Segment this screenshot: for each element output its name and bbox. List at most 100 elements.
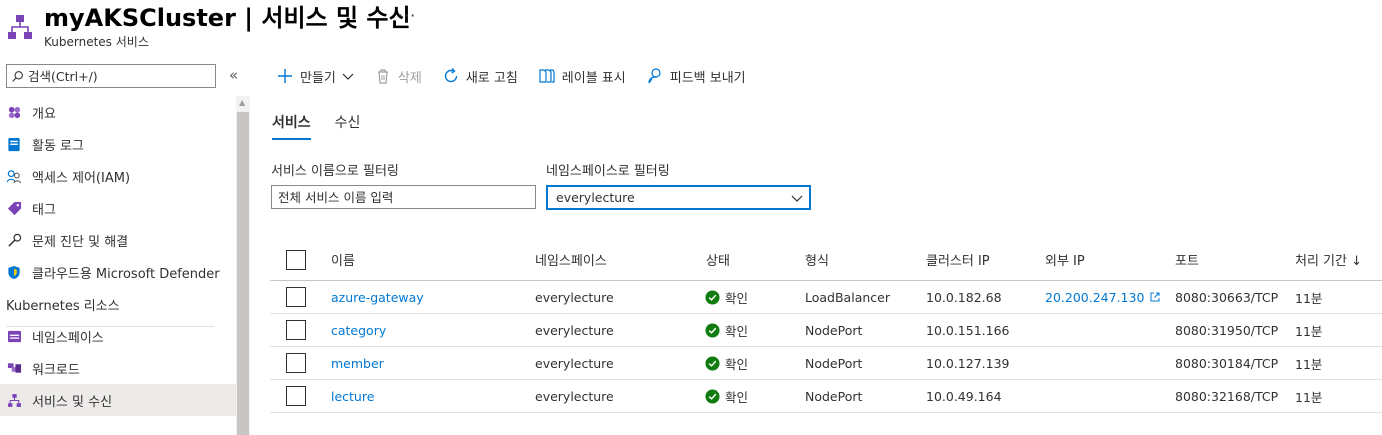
check-circle-icon [705, 388, 720, 404]
check-circle-icon [705, 289, 720, 305]
sidebar-item-activity-log[interactable]: 활동 로그 [0, 128, 236, 160]
sidebar-item-defender[interactable]: 클라우드용 Microsoft Defender [0, 256, 236, 288]
type-cell: NodePort [805, 322, 863, 338]
feedback-icon [648, 68, 661, 84]
column-header-cluster-ip[interactable]: 클러스터 IP [926, 239, 990, 280]
sidebar-item-label: 태그 [32, 202, 56, 218]
collapse-sidebar-button[interactable]: « [229, 66, 238, 84]
sidebar-item-tags[interactable]: 태그 [0, 192, 236, 224]
shield-icon [6, 264, 22, 280]
column-header-name[interactable]: 이름 [331, 239, 355, 280]
namespace-dropdown[interactable]: everylecture [546, 185, 811, 210]
refresh-button[interactable]: 새로 고침 [442, 67, 518, 86]
sidebar-item-diagnose[interactable]: 문제 진단 및 해결 [0, 224, 236, 256]
table-row: lecture everylecture 확인 NodePort 10.0.49… [270, 380, 1382, 413]
sidebar-divider [6, 326, 214, 327]
type-cell: LoadBalancer [805, 289, 890, 305]
cluster-ip-cell: 10.0.182.68 [926, 289, 1002, 305]
delete-button[interactable]: 삭제 [374, 67, 422, 86]
scroll-up-icon[interactable]: ▲ [239, 98, 245, 107]
page-subtitle: Kubernetes 서비스 [44, 35, 149, 49]
check-circle-icon [705, 355, 720, 371]
scrollbar-thumb[interactable] [237, 112, 249, 435]
chevron-down-icon [791, 195, 803, 202]
sidebar-item-label: 워크로드 [32, 362, 80, 378]
row-checkbox[interactable] [286, 320, 306, 340]
external-link-icon [1150, 292, 1160, 302]
overview-icon [6, 104, 22, 120]
chevron-down-icon [342, 73, 354, 80]
namespace-cell: everylecture [535, 289, 614, 305]
column-header-type[interactable]: 형식 [805, 239, 829, 280]
sidebar-item-namespaces[interactable]: 네임스페이스 [0, 320, 236, 352]
create-button[interactable]: 만들기 [276, 67, 354, 86]
status-cell: 확인 [705, 314, 748, 346]
service-name-filter-input[interactable] [271, 185, 536, 209]
type-cell: NodePort [805, 388, 863, 404]
sidebar-item-label: 액세스 제어(IAM) [32, 170, 131, 186]
feedback-button[interactable]: 피드백 보내기 [646, 67, 746, 86]
row-checkbox[interactable] [286, 353, 306, 373]
sidebar-item-services-ingresses[interactable]: 서비스 및 수신 [0, 384, 236, 416]
service-name-link[interactable]: azure-gateway [331, 281, 424, 313]
feedback-label: 피드백 보내기 [669, 70, 746, 86]
tab-bar: 서비스 수신 [272, 110, 384, 140]
sidebar: « 개요 활동 로그 액세스 제어(IAM) 태그 [0, 56, 250, 435]
sidebar-item-workloads[interactable]: 워크로드 [0, 352, 236, 384]
select-all-checkbox[interactable] [286, 250, 306, 270]
status-cell: 확인 [705, 347, 748, 379]
wrench-icon [6, 232, 22, 248]
age-cell: 11분 [1295, 356, 1323, 372]
sidebar-search-input[interactable] [28, 68, 198, 84]
external-ip-link[interactable]: 20.200.247.130 [1045, 281, 1160, 313]
service-name-link[interactable]: member [331, 347, 384, 379]
iam-icon [6, 168, 22, 184]
row-checkbox[interactable] [286, 287, 306, 307]
kubernetes-service-icon [8, 15, 32, 39]
more-options-button[interactable]: ··· [398, 6, 416, 25]
column-header-external-ip[interactable]: 외부 IP [1045, 239, 1085, 280]
sidebar-item-iam[interactable]: 액세스 제어(IAM) [0, 160, 236, 192]
page-title: myAKSCluster | 서비스 및 수신 [44, 4, 411, 32]
delete-label: 삭제 [397, 70, 422, 86]
search-icon [12, 70, 23, 82]
age-cell: 11분 [1295, 323, 1323, 339]
services-icon [6, 392, 22, 408]
service-name-filter-label: 서비스 이름으로 필터링 [271, 164, 399, 179]
service-name-link[interactable]: category [331, 314, 386, 346]
table-header-row: 이름 네임스페이스 상태 형식 클러스터 IP 외부 IP 포트 처리 기간 ↓ [270, 239, 1382, 281]
column-header-namespace[interactable]: 네임스페이스 [535, 239, 607, 280]
cluster-ip-cell: 10.0.127.139 [926, 355, 1010, 371]
tab-services[interactable]: 서비스 [272, 110, 311, 140]
row-checkbox[interactable] [286, 386, 306, 406]
namespace-filter-label: 네임스페이스로 필터링 [546, 164, 670, 179]
trash-icon [377, 69, 388, 84]
refresh-label: 새로 고침 [465, 70, 518, 86]
status-cell: 확인 [705, 380, 748, 412]
sidebar-item-overview[interactable]: 개요 [0, 96, 236, 128]
column-header-status[interactable]: 상태 [706, 239, 730, 280]
table-row: member everylecture 확인 NodePort 10.0.127… [270, 347, 1382, 380]
ports-cell: 8080:32168/TCP [1175, 388, 1279, 404]
ports-cell: 8080:31950/TCP [1175, 322, 1279, 338]
sidebar-item-label: 네임스페이스 [32, 330, 104, 346]
service-name-link[interactable]: lecture [331, 380, 374, 412]
ports-cell: 8080:30184/TCP [1175, 355, 1279, 371]
namespace-icon [6, 328, 22, 344]
namespace-cell: everylecture [535, 355, 614, 371]
column-header-age[interactable]: 처리 기간 ↓ [1295, 239, 1362, 280]
workload-icon [6, 360, 22, 376]
cluster-ip-cell: 10.0.49.164 [926, 388, 1002, 404]
show-labels-button[interactable]: 레이블 표시 [538, 67, 626, 86]
sidebar-search[interactable] [6, 64, 216, 88]
sidebar-nav: 개요 활동 로그 액세스 제어(IAM) 태그 문제 진단 및 해결 클라우드용… [0, 96, 236, 416]
status-text: 확인 [725, 356, 749, 372]
page-header: myAKSCluster | 서비스 및 수신 Kubernetes 서비스 ·… [0, 0, 1382, 56]
column-header-ports[interactable]: 포트 [1175, 239, 1199, 280]
tab-ingresses[interactable]: 수신 [335, 110, 361, 140]
sidebar-item-label: 문제 진단 및 해결 [32, 234, 129, 250]
sidebar-scrollbar[interactable]: ▲ [236, 96, 250, 435]
status-text: 확인 [725, 323, 749, 339]
namespace-cell: everylecture [535, 388, 614, 404]
namespace-cell: everylecture [535, 322, 614, 338]
